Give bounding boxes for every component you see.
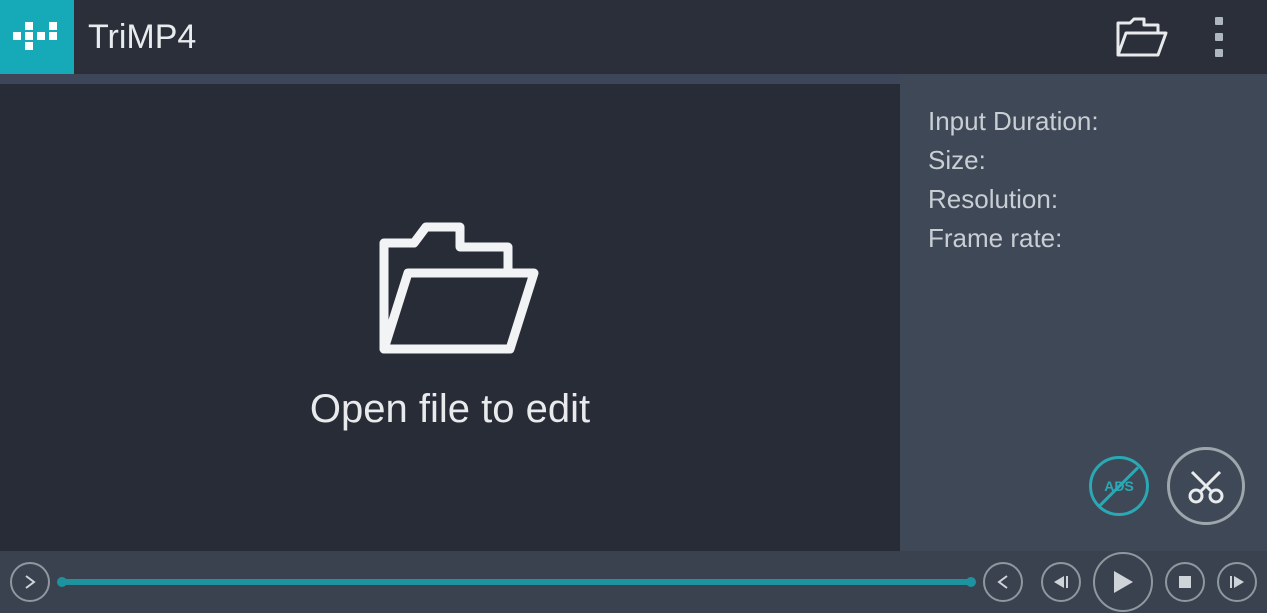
open-file-label: Open file to edit [310,387,590,432]
chevron-left-icon [997,575,1009,589]
folder-open-large-icon [360,203,540,363]
playback-bar [0,551,1267,613]
app-header: TriMP4 [0,0,1267,74]
playback-controls [1041,552,1257,612]
timeline-start-button[interactable] [10,562,50,602]
ads-label: ADS [1104,476,1134,497]
step-back-button[interactable] [1041,562,1081,602]
info-framerate-label: Frame rate: [928,219,1245,258]
info-resolution-label: Resolution: [928,180,1245,219]
step-forward-icon [1228,574,1246,590]
step-forward-button[interactable] [1217,562,1257,602]
chevron-right-icon [24,575,36,589]
step-back-icon [1052,574,1070,590]
scissors-icon [1186,466,1226,506]
timeline-track[interactable] [60,579,973,585]
sidebar-actions: ADS [928,447,1245,525]
content-area: Open file to edit Input Duration: Size: … [0,74,1267,551]
remove-ads-button[interactable]: ADS [1089,456,1149,516]
info-sidebar: Input Duration: Size: Resolution: Frame … [900,74,1267,551]
app-logo-icon [13,22,61,52]
info-size-label: Size: [928,141,1245,180]
app-title: TriMP4 [88,18,196,57]
cut-button[interactable] [1167,447,1245,525]
open-folder-button[interactable] [1111,7,1171,67]
more-vert-icon [1215,17,1223,57]
stop-button[interactable] [1165,562,1205,602]
play-button[interactable] [1093,552,1153,612]
info-duration-label: Input Duration: [928,102,1245,141]
folder-open-icon [1114,15,1168,59]
timeline-end-button[interactable] [983,562,1023,602]
app-logo [0,0,74,74]
open-file-area[interactable]: Open file to edit [0,84,900,551]
stop-icon [1178,575,1192,589]
menu-button[interactable] [1189,7,1249,67]
play-icon [1111,569,1135,595]
